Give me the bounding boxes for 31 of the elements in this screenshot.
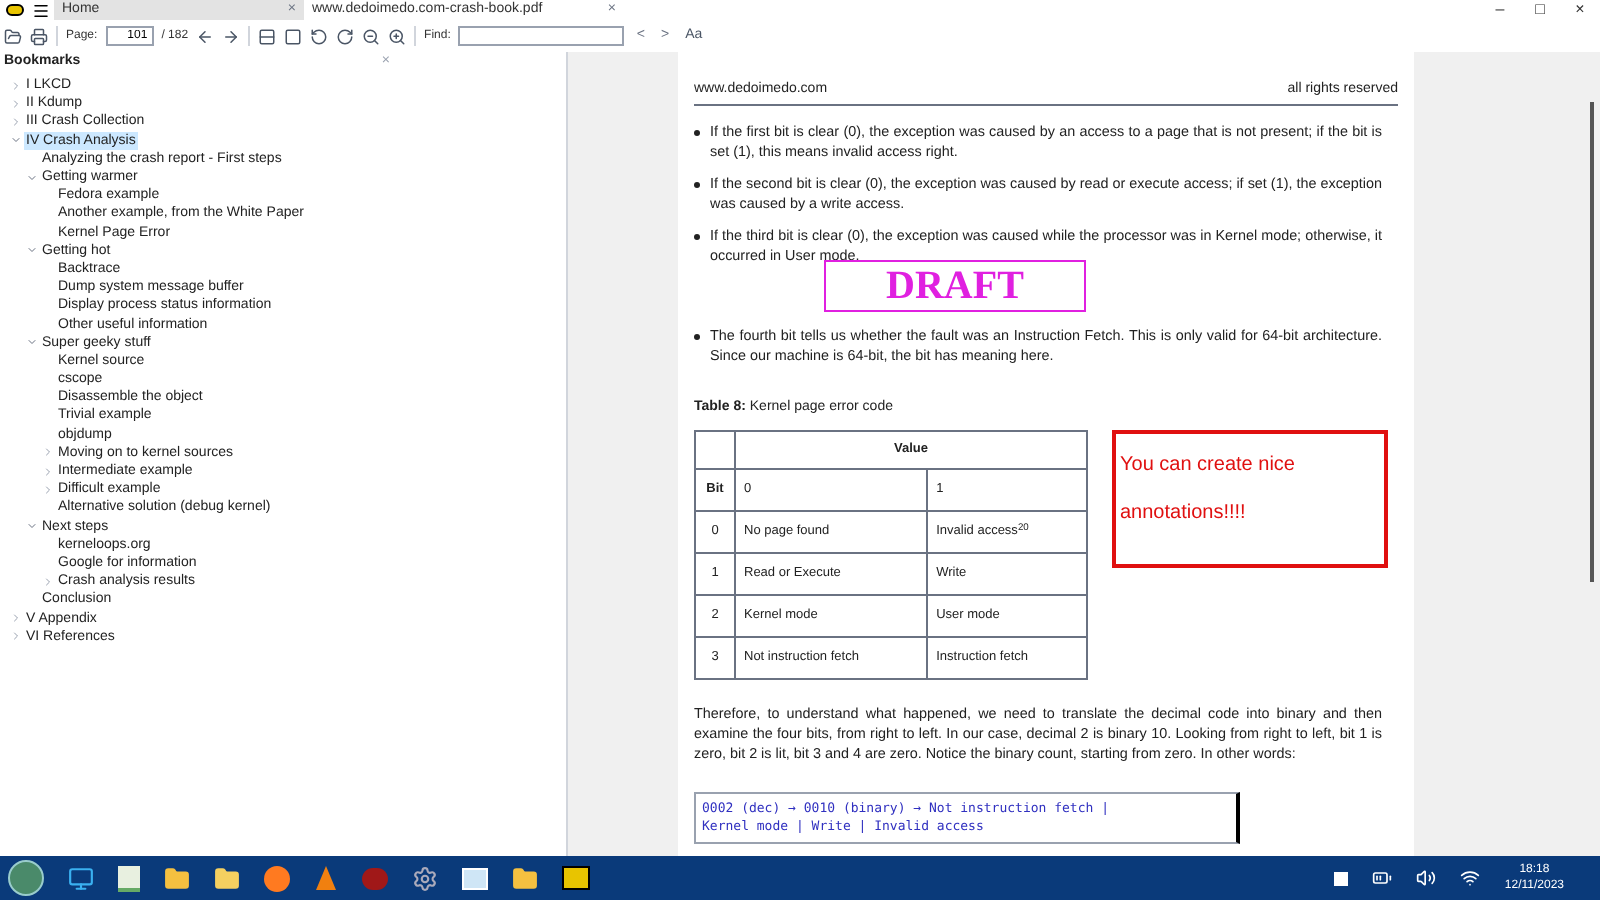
annotation-box[interactable]: You can create nice annotations!!!! [1112, 430, 1388, 568]
desktop-icon[interactable] [68, 865, 94, 891]
zoom-in-icon[interactable] [388, 27, 407, 45]
window-control[interactable]: □ [1520, 0, 1560, 22]
open-icon[interactable] [4, 27, 22, 45]
single-page-icon[interactable] [284, 27, 303, 45]
settings-icon[interactable] [412, 865, 438, 891]
window-control[interactable]: – [1480, 0, 1520, 22]
bullet-icon [694, 233, 700, 239]
rotate-right-icon[interactable] [336, 27, 355, 45]
forward-icon[interactable] [222, 27, 241, 45]
draft-stamp: DRAFT [824, 259, 1086, 311]
back-icon[interactable] [196, 27, 215, 45]
menu-icon[interactable] [32, 1, 50, 19]
zoom-out-icon[interactable] [362, 27, 381, 45]
rotate-left-icon[interactable] [310, 27, 329, 45]
window-control[interactable]: × [1560, 0, 1600, 22]
battery-icon[interactable] [1372, 868, 1393, 888]
folder-icon[interactable] [512, 865, 538, 891]
scrollbar-thumb[interactable] [1590, 102, 1594, 582]
wifi-icon[interactable] [1460, 868, 1481, 888]
bullet-icon [694, 181, 700, 187]
volume-icon[interactable] [1416, 868, 1437, 888]
bullet-icon [694, 129, 700, 135]
continuous-view-icon[interactable] [258, 27, 277, 45]
find-field[interactable] [458, 26, 625, 46]
bullet-icon [694, 333, 700, 339]
cone-icon[interactable] [314, 865, 338, 891]
print-icon[interactable] [30, 27, 48, 45]
folder-icon[interactable] [164, 865, 190, 891]
folder-icon[interactable] [214, 865, 240, 891]
